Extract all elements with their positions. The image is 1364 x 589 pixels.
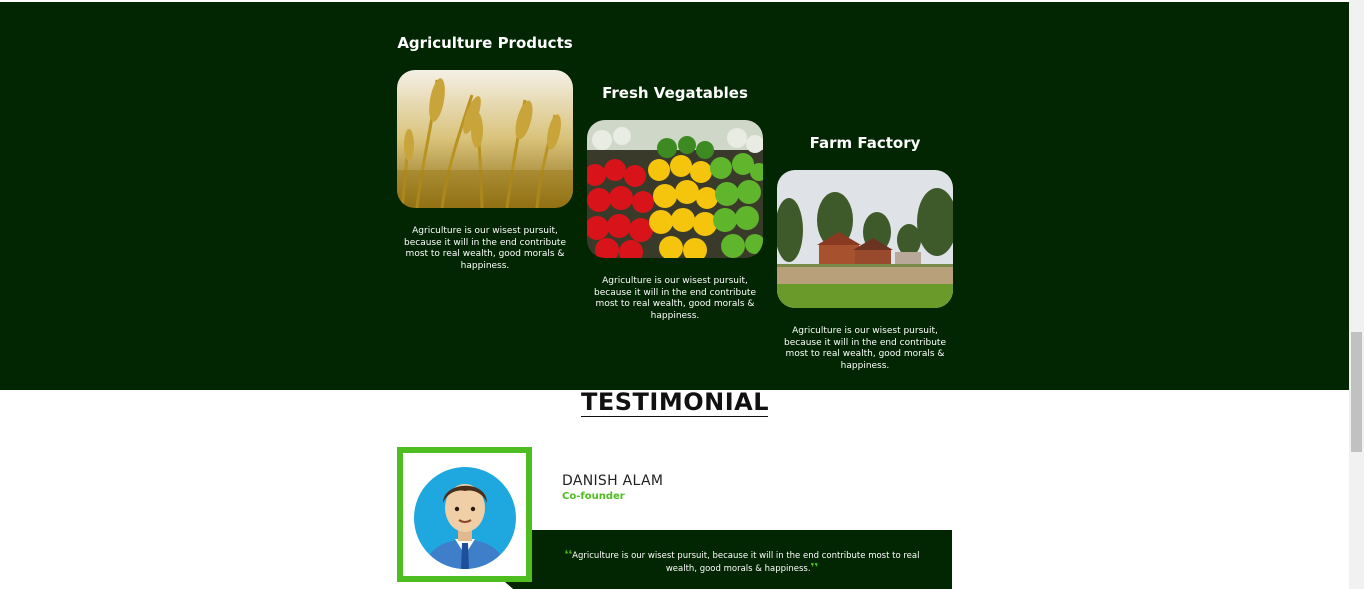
bell-peppers-photo: [587, 120, 763, 258]
quote-close-icon: ❜❜: [810, 561, 819, 574]
product-card-title: Fresh Vegatables: [602, 84, 748, 102]
avatar-decoration: [505, 582, 532, 589]
testimonial-quote: Agriculture is our wisest pursuit, becau…: [572, 551, 920, 574]
testimonial-heading: TESTIMONIAL: [581, 388, 770, 417]
page: Agriculture Products Agriculture is our …: [0, 0, 1364, 589]
product-card-title: Farm Factory: [809, 134, 921, 152]
products-section: Agriculture Products Agriculture is our …: [0, 2, 1349, 390]
testimonial-quote-box: ❛❛Agriculture is our wisest pursuit, bec…: [532, 530, 952, 589]
quote-open-icon: ❛❛: [564, 548, 573, 561]
page-scrollbar[interactable]: [1349, 0, 1364, 589]
testimonial-role: Co-founder: [562, 491, 625, 502]
product-card-description: Agriculture is our wisest pursuit, becau…: [594, 276, 756, 321]
product-card-title: Agriculture Products: [397, 34, 573, 52]
wheat-field-photo: [397, 70, 573, 208]
product-card-description: Agriculture is our wisest pursuit, becau…: [784, 326, 946, 371]
farm-house-photo: [777, 170, 953, 308]
product-card-description: Agriculture is our wisest pursuit, becau…: [404, 226, 566, 271]
man-avatar-icon: [397, 447, 532, 582]
scrollbar-thumb[interactable]: [1351, 332, 1362, 452]
testimonial-name: DANISH ALAM: [562, 473, 664, 489]
